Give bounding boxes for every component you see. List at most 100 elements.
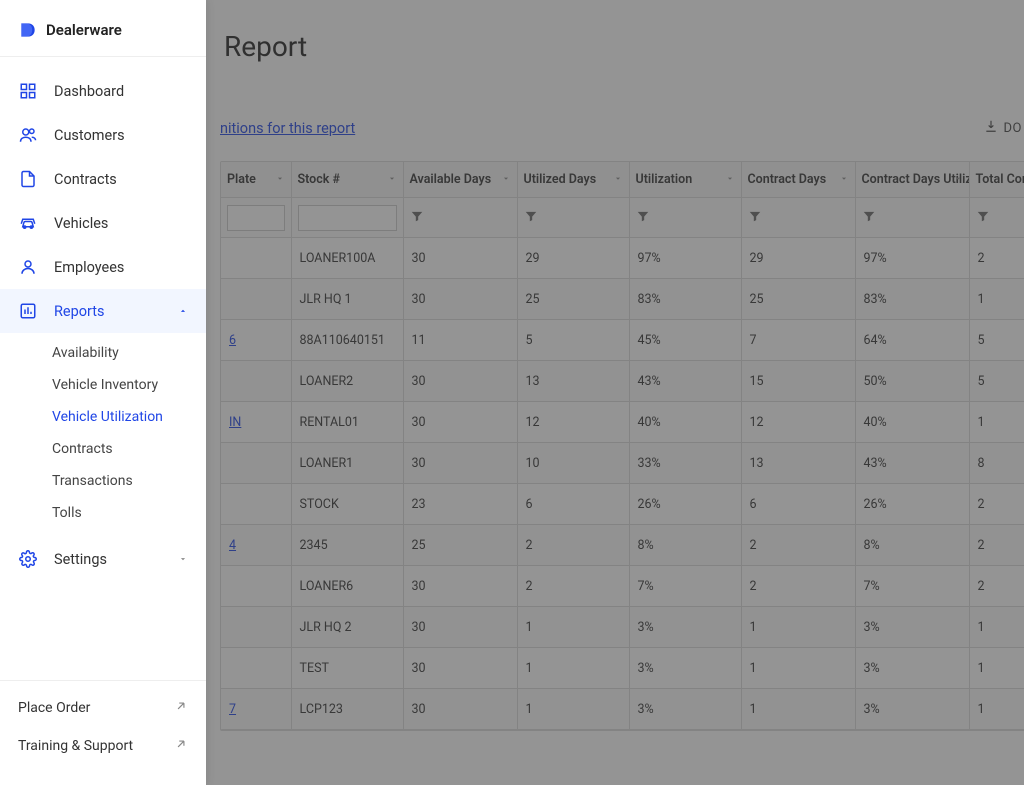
table-row: 688A11064015111545%764%5 [221, 320, 1024, 361]
filter-input-plate[interactable] [227, 205, 285, 231]
sidebar-item-settings[interactable]: Settings [0, 537, 206, 581]
filter-icon[interactable] [524, 209, 538, 227]
report-table: PlateStock #Available DaysUtilized DaysU… [220, 161, 1024, 731]
filter-icon[interactable] [862, 209, 876, 227]
cell-utilized: 25 [517, 279, 629, 320]
sidebar-item-label: Dashboard [54, 83, 124, 100]
column-header-contract_days[interactable]: Contract Days [741, 162, 855, 198]
column-header-avail[interactable]: Available Days [403, 162, 517, 198]
sidebar-item-label: Contracts [54, 171, 117, 188]
sidebar-item-label: Vehicles [54, 215, 108, 232]
sidebar-item-label: Reports [54, 303, 105, 320]
column-header-plate[interactable]: Plate [221, 162, 291, 198]
table-row: INRENTAL01301240%1240%1 [221, 402, 1024, 443]
cell-stock: STOCK [291, 484, 403, 525]
contracts-icon [18, 169, 38, 189]
cell-utilized: 13 [517, 361, 629, 402]
cell-avail: 30 [403, 689, 517, 730]
cell-utilization: 45% [629, 320, 741, 361]
brand-logo[interactable]: Dealerware [0, 0, 206, 57]
column-header-total[interactable]: Total Contr [969, 162, 1024, 198]
reports-icon [18, 301, 38, 321]
sort-icon [953, 173, 963, 186]
table-row: LOANER100A302997%2997%2 [221, 238, 1024, 279]
cell-contract_days: 7 [741, 320, 855, 361]
cell-utilized: 1 [517, 689, 629, 730]
definitions-link[interactable]: nitions for this report [220, 120, 355, 137]
cell-stock: 88A110640151 [291, 320, 403, 361]
subnav-item-tolls[interactable]: Tolls [0, 497, 206, 529]
cell-stock: LOANER2 [291, 361, 403, 402]
filter-icon[interactable] [976, 209, 990, 227]
cell-total: 5 [969, 320, 1024, 361]
cell-contract_days: 2 [741, 525, 855, 566]
cell-plate [221, 648, 291, 689]
table-row: LOANER1301033%1343%8 [221, 443, 1024, 484]
chevron-up-icon [178, 303, 188, 320]
sidebar-item-contracts[interactable]: Contracts [0, 157, 206, 201]
cell-utilized: 5 [517, 320, 629, 361]
cell-contract_util: 8% [855, 525, 969, 566]
subnav-item-vehicle-inventory[interactable]: Vehicle Inventory [0, 369, 206, 401]
table-row: 7LCP1233013%13%1 [221, 689, 1024, 730]
sidebar-drawer: Dealerware DashboardCustomersContractsVe… [0, 0, 206, 785]
cell-stock: LOANER100A [291, 238, 403, 279]
cell-total: 2 [969, 566, 1024, 607]
column-header-contract_util[interactable]: Contract Days Utiliz. [855, 162, 969, 198]
table-row: LOANER2301343%1550%5 [221, 361, 1024, 402]
column-header-utilization[interactable]: Utilization [629, 162, 741, 198]
sidebar-item-vehicles[interactable]: Vehicles [0, 201, 206, 245]
filter-icon[interactable] [410, 209, 424, 227]
cell-contract_days: 1 [741, 689, 855, 730]
filter-icon[interactable] [748, 209, 762, 227]
filter-icon[interactable] [636, 209, 650, 227]
cell-utilized: 10 [517, 443, 629, 484]
cell-stock: 2345 [291, 525, 403, 566]
sort-icon [725, 173, 735, 186]
page-title: Report [220, 30, 1024, 63]
cell-utilization: 43% [629, 361, 741, 402]
table-row: JLR HQ 23013%13%1 [221, 607, 1024, 648]
subnav-item-transactions[interactable]: Transactions [0, 465, 206, 497]
cell-plate [221, 607, 291, 648]
sort-icon [839, 173, 849, 186]
cell-avail: 30 [403, 402, 517, 443]
sidebar-footer: Place OrderTraining & Support [0, 680, 206, 785]
cell-utilized: 2 [517, 566, 629, 607]
sidebar-item-reports[interactable]: Reports [0, 289, 206, 333]
filter-input-stock[interactable] [298, 205, 397, 231]
cell-total: 2 [969, 238, 1024, 279]
column-header-utilized[interactable]: Utilized Days [517, 162, 629, 198]
cell-utilization: 7% [629, 566, 741, 607]
cell-total: 1 [969, 607, 1024, 648]
download-button[interactable]: DO [984, 119, 1022, 137]
cell-utilization: 8% [629, 525, 741, 566]
subnav-item-contracts[interactable]: Contracts [0, 433, 206, 465]
sort-icon [387, 173, 397, 186]
cell-utilization: 83% [629, 279, 741, 320]
sidebar-item-employees[interactable]: Employees [0, 245, 206, 289]
cell-contract_days: 1 [741, 648, 855, 689]
sort-icon [501, 173, 511, 186]
sidebar-item-dashboard[interactable]: Dashboard [0, 69, 206, 113]
table-row: STOCK23626%626%2 [221, 484, 1024, 525]
cell-stock: RENTAL01 [291, 402, 403, 443]
cell-contract_util: 26% [855, 484, 969, 525]
cell-total: 5 [969, 361, 1024, 402]
footer-link-training-and-support[interactable]: Training & Support [0, 727, 206, 765]
cell-plate [221, 484, 291, 525]
table-row: 423452528%28%2 [221, 525, 1024, 566]
cell-contract_util: 97% [855, 238, 969, 279]
cell-plate [221, 443, 291, 484]
cell-contract_days: 13 [741, 443, 855, 484]
cell-total: 1 [969, 402, 1024, 443]
footer-link-place-order[interactable]: Place Order [0, 689, 206, 727]
subnav-item-vehicle-utilization[interactable]: Vehicle Utilization [0, 401, 206, 433]
column-header-stock[interactable]: Stock # [291, 162, 403, 198]
sidebar-item-customers[interactable]: Customers [0, 113, 206, 157]
cell-avail: 30 [403, 279, 517, 320]
chevron-down-icon [178, 551, 188, 568]
cell-total: 1 [969, 689, 1024, 730]
subnav-item-availability[interactable]: Availability [0, 337, 206, 369]
cell-contract_util: 40% [855, 402, 969, 443]
